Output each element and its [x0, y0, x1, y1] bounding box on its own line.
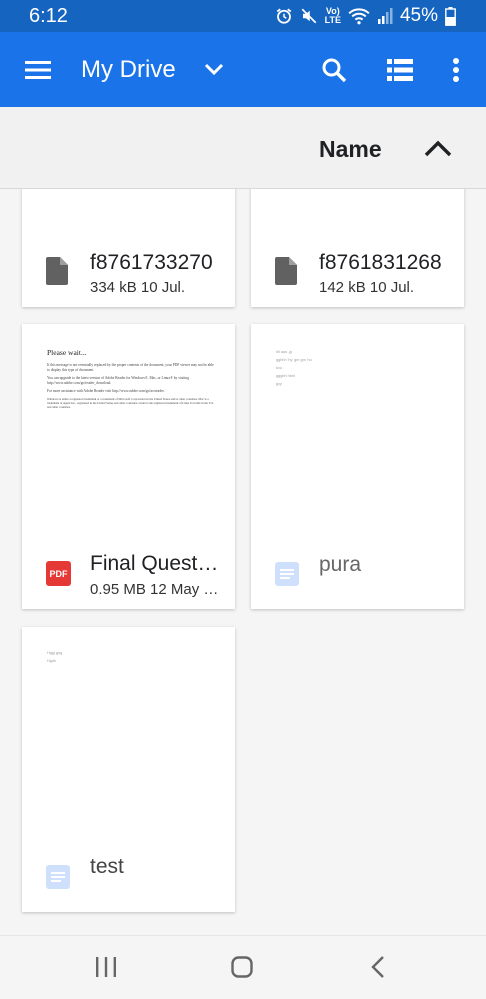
- pdf-icon: PDF: [46, 561, 71, 591]
- file-card[interactable]: f8761733270 334 kB 10 Jul.: [22, 189, 235, 307]
- wifi-icon: [348, 7, 370, 25]
- battery-percent: 45%: [399, 5, 438, 26]
- file-icon: [46, 257, 68, 290]
- signal-icon: [377, 7, 393, 25]
- file-card[interactable]: hii aao .jp ggbhh 'hy' gm gm 'hu kvu ggg…: [251, 324, 464, 609]
- drive-title[interactable]: My Drive: [81, 56, 176, 84]
- file-card[interactable]: f8761831268 142 kB 10 Jul.: [251, 189, 464, 307]
- alarm-icon: [275, 7, 293, 25]
- file-name: f8761831268: [319, 251, 442, 274]
- back-icon[interactable]: [371, 956, 385, 983]
- doc-icon: [275, 562, 299, 591]
- file-name: Final Questions: [90, 552, 222, 575]
- file-name: pura: [319, 553, 362, 576]
- status-bar: 6:12 Vo) LTE 45%: [0, 0, 486, 32]
- file-name: f8761733270: [90, 251, 213, 274]
- recents-icon[interactable]: [95, 957, 117, 982]
- doc-thumbnail: hii aao .jp ggbhh 'hy' gm gm 'hu kvu ggg…: [276, 350, 312, 386]
- volte-icon: Vo) LTE: [324, 6, 341, 25]
- chevron-down-icon[interactable]: [204, 62, 224, 81]
- menu-icon[interactable]: [24, 58, 52, 87]
- battery-icon: [445, 6, 456, 26]
- mute-icon: [300, 7, 318, 25]
- status-icons: Vo) LTE 45%: [275, 5, 456, 27]
- file-name: test: [90, 855, 124, 878]
- doc-thumbnail: Hgjg gug Hgdh: [47, 651, 63, 663]
- file-card[interactable]: Please wait... If this message is not ev…: [22, 324, 235, 609]
- file-meta: 334 kB 10 Jul.: [90, 279, 186, 296]
- file-grid: f8761733270 334 kB 10 Jul. f8761831268 1…: [0, 189, 486, 935]
- more-vert-icon[interactable]: [451, 57, 461, 88]
- pdf-thumbnail: Please wait... If this message is not ev…: [47, 348, 214, 409]
- sort-bar: Name: [0, 107, 486, 189]
- svg-text:PDF: PDF: [50, 569, 69, 579]
- status-time: 6:12: [29, 4, 68, 27]
- search-icon[interactable]: [321, 57, 347, 88]
- file-icon: [275, 257, 297, 290]
- arrow-up-icon[interactable]: [424, 139, 452, 162]
- file-meta: 0.95 MB 12 May 2020: [90, 581, 222, 598]
- list-view-icon[interactable]: [387, 59, 413, 86]
- doc-icon: [46, 865, 70, 894]
- home-icon[interactable]: [231, 956, 253, 983]
- file-card[interactable]: Hgjg gug Hgdh test: [22, 627, 235, 912]
- system-nav-bar: [0, 935, 486, 999]
- file-meta: 142 kB 10 Jul.: [319, 279, 415, 296]
- app-bar: My Drive: [0, 32, 486, 107]
- sort-label[interactable]: Name: [319, 136, 382, 163]
